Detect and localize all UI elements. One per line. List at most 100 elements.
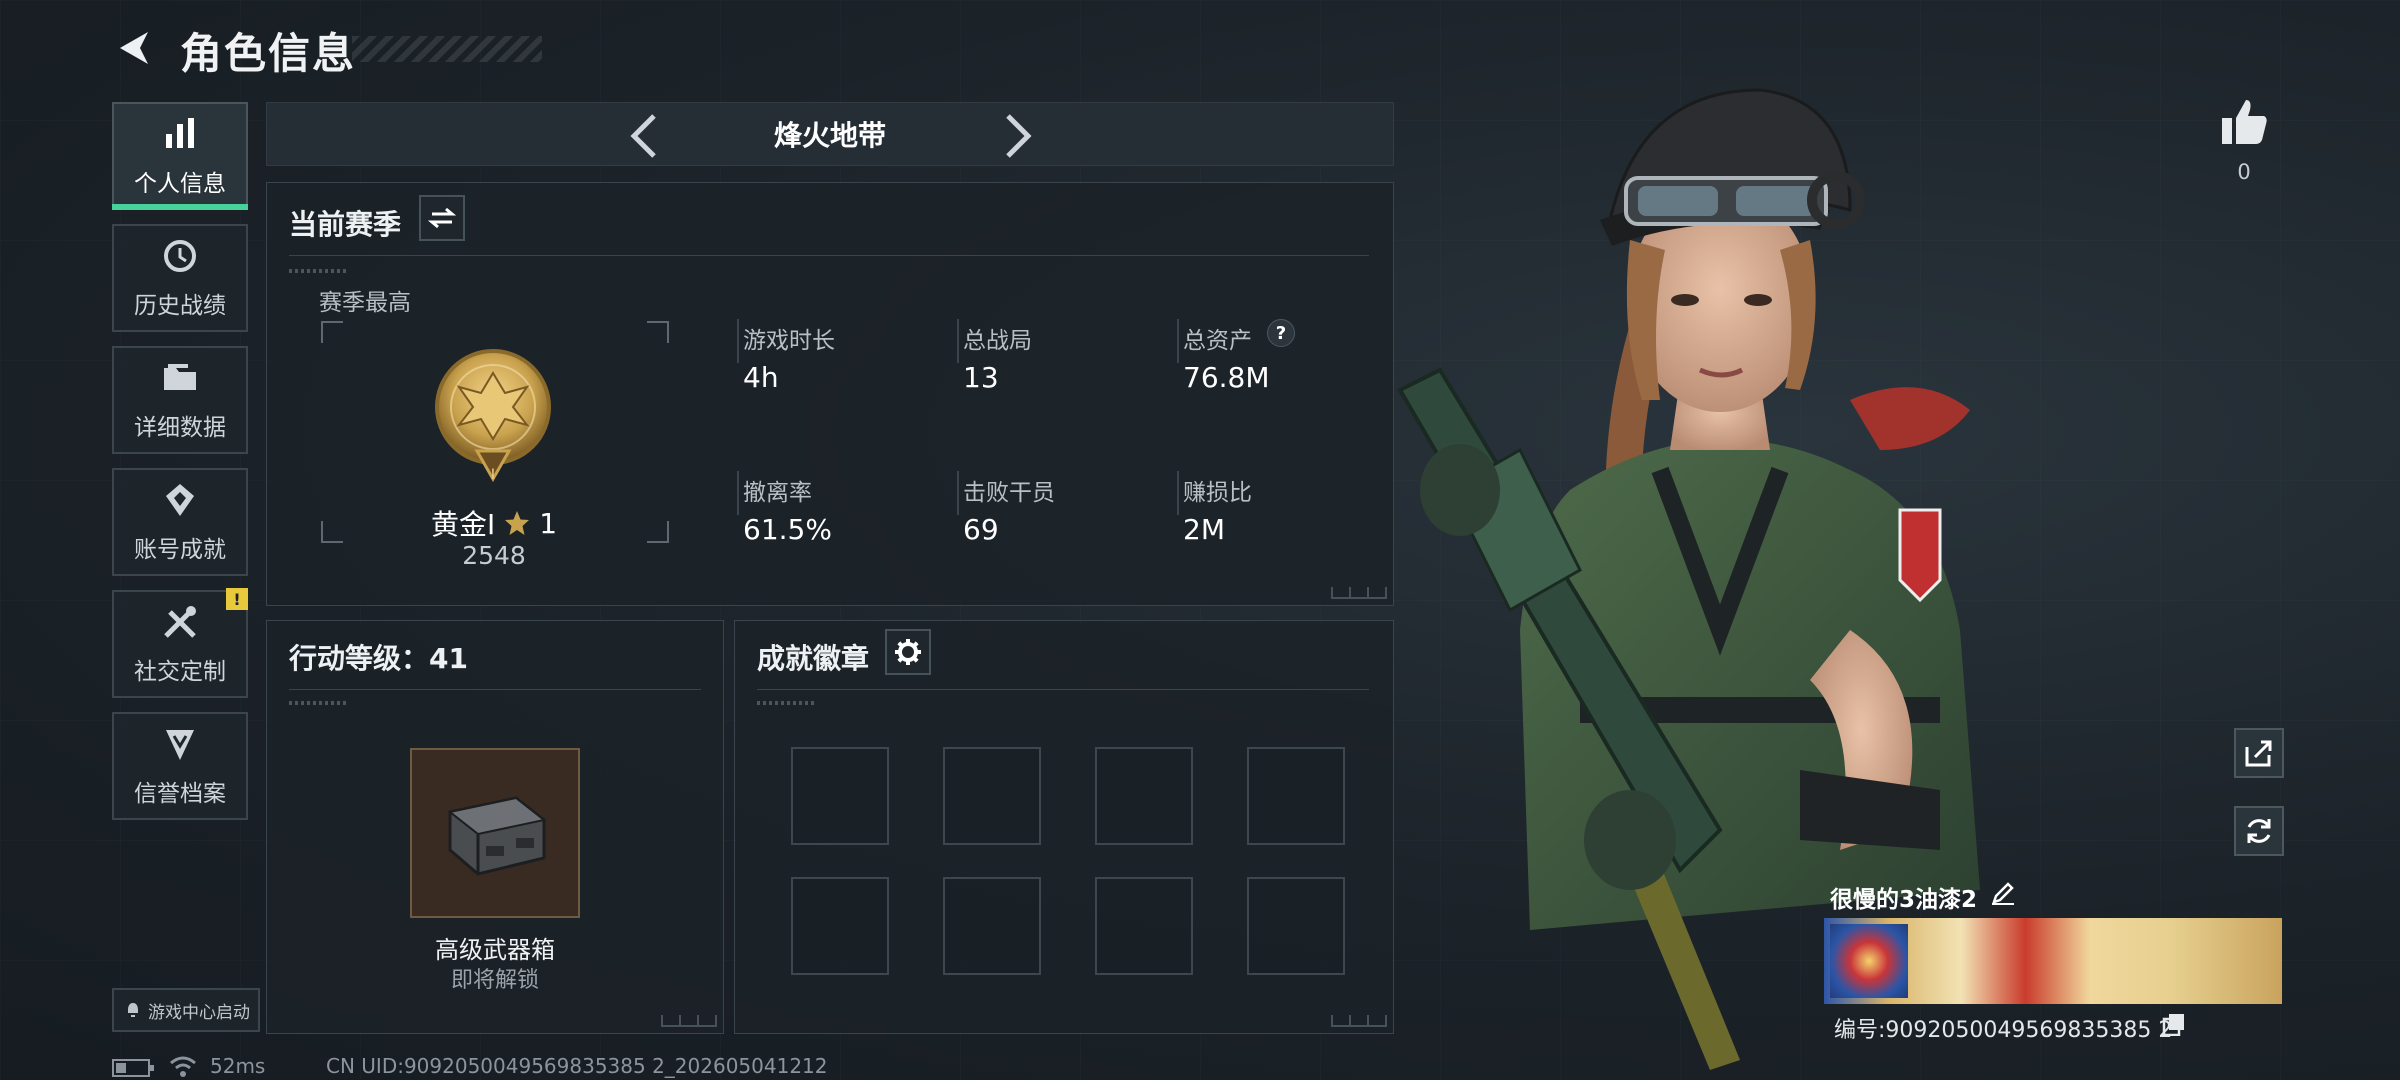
nav-item-label: 详细数据: [134, 415, 226, 441]
folder-icon: [164, 364, 196, 390]
badge-slot[interactable]: [943, 877, 1041, 975]
weapon-case-icon: [447, 796, 547, 876]
season-best-label: 赛季最高: [319, 290, 411, 316]
divider: [289, 255, 1369, 256]
rank-emblem-numeral: I: [490, 467, 496, 483]
bar-chart-icon: [166, 118, 194, 148]
back-arrow-icon[interactable]: [112, 26, 156, 70]
badge-slot[interactable]: [943, 747, 1041, 845]
page-title: 角色信息: [180, 29, 357, 78]
nav-item-achievements[interactable]: 账号成就: [112, 468, 248, 576]
badge-slot[interactable]: [1095, 747, 1193, 845]
stat-separator: [737, 471, 739, 515]
refresh-button[interactable]: [2234, 806, 2284, 856]
stat-label-extract-rate: 撤离率: [743, 480, 812, 506]
thumbs-up-icon[interactable]: [2218, 96, 2270, 148]
refresh-icon: [2247, 819, 2271, 843]
badge-slot[interactable]: [1095, 877, 1193, 975]
divider: [289, 689, 701, 690]
stat-separator: [1177, 471, 1179, 515]
bell-icon: [128, 1003, 138, 1017]
launch-label: 游戏中心启动: [148, 1002, 250, 1023]
nav-item-label: 社交定制: [134, 659, 226, 685]
frame-corner: [647, 321, 669, 343]
season-panel: 当前赛季 赛季最高 I 黄金I 1 2548 游戏时长 4h 总战局 13 总资…: [266, 182, 1394, 606]
stat-separator: [1177, 319, 1179, 363]
stat-separator: [737, 319, 739, 363]
nav-item-label: 个人信息: [134, 171, 226, 197]
season-title: 当前赛季: [289, 208, 402, 241]
corner-decoration: [1331, 587, 1387, 599]
edit-pencil-icon[interactable]: [1990, 880, 2016, 906]
gear-icon: [895, 639, 921, 665]
ping-text: 52ms: [210, 1054, 266, 1078]
notification-badge: !: [226, 588, 248, 610]
nav-item-detailed-data[interactable]: 详细数据: [112, 346, 248, 454]
badge-slot[interactable]: [791, 877, 889, 975]
reward-name: 高级武器箱: [435, 936, 555, 964]
stat-label-profit-ratio: 赚损比: [1183, 480, 1252, 506]
share-button[interactable]: [2234, 728, 2284, 778]
frame-corner: [321, 321, 343, 343]
chevron-right-icon[interactable]: [1000, 112, 1036, 160]
reward-item-slot[interactable]: [410, 748, 580, 918]
like-count: 0: [2237, 160, 2251, 184]
badge-slot[interactable]: [1247, 747, 1345, 845]
achievement-emblem-icon: [166, 484, 194, 516]
reputation-shield-icon: [166, 730, 194, 760]
tick-decoration: [289, 269, 349, 273]
title-decoration: [352, 36, 542, 62]
nav-item-personal-info[interactable]: 个人信息: [112, 102, 248, 210]
stat-separator: [957, 471, 959, 515]
tools-icon: [164, 606, 196, 638]
game-center-launch-button[interactable]: 游戏中心启动: [112, 988, 260, 1032]
player-name: 很慢的3油漆2: [1830, 887, 1978, 913]
stat-value-total-assets: 76.8M: [1183, 361, 1270, 394]
badge-slot[interactable]: [791, 747, 889, 845]
nav-item-history[interactable]: 历史战绩: [112, 224, 248, 332]
share-icon: [2245, 740, 2272, 767]
history-clock-icon: [164, 240, 196, 272]
nav-item-reputation[interactable]: 信誉档案: [112, 712, 248, 820]
stat-label-kills: 击败干员: [963, 480, 1055, 506]
badge-slot[interactable]: [1247, 877, 1345, 975]
mode-title: 烽火地带: [773, 119, 886, 152]
gold-rank-emblem-icon: [435, 349, 551, 483]
stat-value-extract-rate: 61.5%: [743, 513, 832, 546]
stat-value-total-matches: 13: [963, 361, 999, 394]
nav-item-label: 历史战绩: [134, 293, 226, 319]
rank-score: 2548: [462, 541, 526, 570]
corner-decoration: [1331, 1015, 1387, 1027]
action-level-title: 行动等级：41: [289, 642, 468, 675]
stat-label-total-matches: 总战局: [963, 328, 1032, 354]
wifi-icon: [170, 1056, 196, 1077]
star-icon: [505, 511, 530, 535]
uid-text: CN UID:9092050049569835385 2_20260504121…: [326, 1054, 828, 1078]
nav-item-label: 账号成就: [134, 537, 226, 563]
corner-decoration: [661, 1015, 717, 1027]
tick-decoration: [757, 701, 817, 705]
nav-item-label: 信誉档案: [134, 781, 226, 807]
rank-name: 黄金I: [430, 508, 496, 541]
swap-season-button[interactable]: [419, 195, 465, 241]
copy-icon[interactable]: [2162, 1012, 2186, 1036]
stat-value-profit-ratio: 2M: [1183, 513, 1225, 546]
rank-stars: 1: [539, 506, 558, 540]
name-card-emblem: [1830, 924, 1908, 998]
stat-label-play-time: 游戏时长: [743, 328, 835, 354]
stat-separator: [957, 319, 959, 363]
badge-settings-button[interactable]: [885, 629, 931, 675]
stat-label-total-assets: 总资产: [1183, 328, 1252, 354]
rank-row: 黄金I 1: [319, 503, 669, 543]
divider: [757, 689, 1369, 690]
player-id: 编号:9092050049569835385 2: [1834, 1018, 2173, 1043]
stat-value-play-time: 4h: [743, 361, 779, 394]
achievement-badges-panel: 成就徽章: [734, 620, 1394, 1034]
help-icon[interactable]: ?: [1267, 319, 1295, 347]
tick-decoration: [289, 701, 349, 705]
stat-value-kills: 69: [963, 513, 999, 546]
swap-icon: [428, 207, 456, 229]
reward-status: 即将解锁: [450, 968, 539, 993]
badges-title: 成就徽章: [757, 642, 870, 675]
battery-icon: [112, 1059, 154, 1077]
